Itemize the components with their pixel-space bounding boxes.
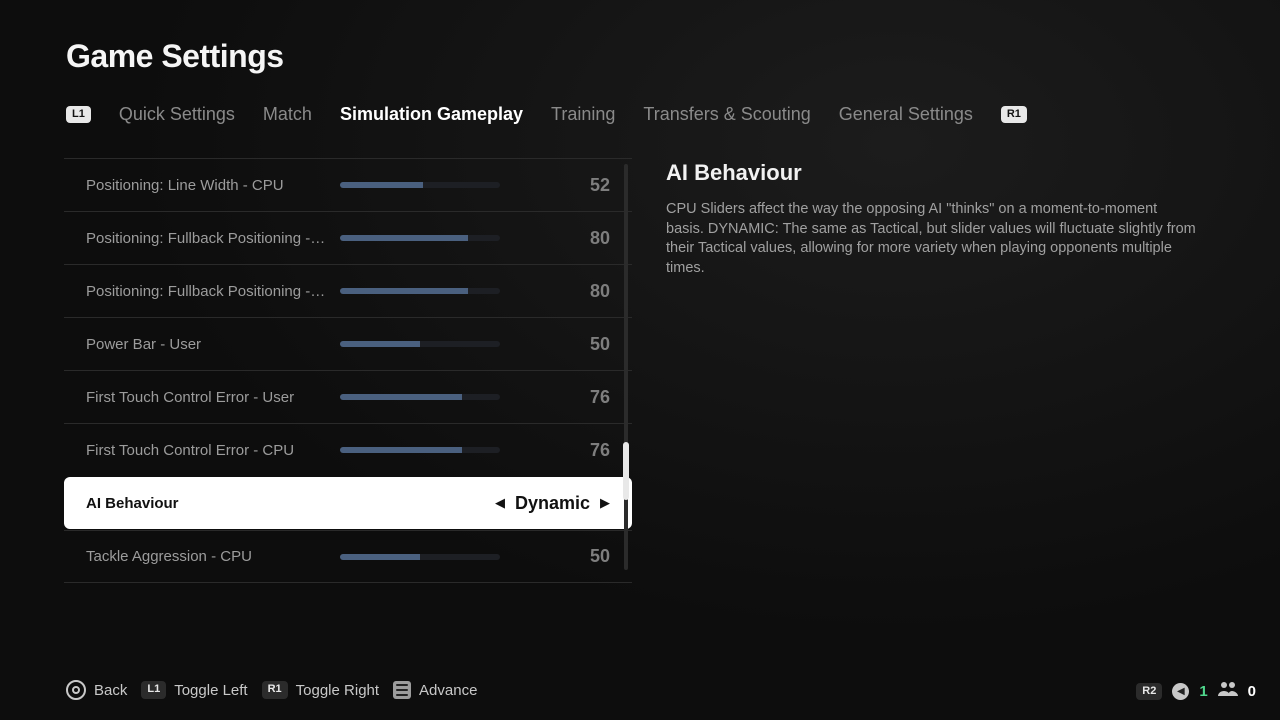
chevron-left-icon[interactable]: ◀ [495, 495, 505, 511]
hint-advance[interactable]: Advance [393, 681, 477, 699]
option-selector[interactable]: ◀ Dynamic ▶ [495, 493, 610, 514]
slider-track[interactable] [340, 341, 500, 347]
setting-value: 80 [514, 228, 610, 249]
setting-value: Dynamic [515, 493, 590, 514]
hint-toggle-right[interactable]: R1 Toggle Right [262, 681, 379, 698]
tab-general-settings[interactable]: General Settings [839, 104, 973, 125]
setting-row[interactable]: Positioning: Fullback Positioning - ... 8… [64, 211, 632, 264]
setting-value: 80 [514, 281, 610, 302]
hint-toggle-right-label: Toggle Right [296, 682, 379, 699]
r2-badge: R2 [1136, 683, 1162, 700]
slider-track[interactable] [340, 394, 500, 400]
setting-row[interactable]: Power Bar - User 50 [64, 317, 632, 370]
setting-label: Positioning: Fullback Positioning - ... [86, 283, 326, 300]
slider-fill [340, 288, 468, 294]
page-title: Game Settings [66, 38, 284, 75]
tab-simulation-gameplay[interactable]: Simulation Gameplay [340, 104, 523, 125]
setting-value: 76 [514, 387, 610, 408]
tab-training[interactable]: Training [551, 104, 615, 125]
slider-track[interactable] [340, 447, 500, 453]
description-title: AI Behaviour [666, 160, 1196, 186]
footer-right: R2 ◀ 1 0 [1136, 681, 1256, 702]
slider-track[interactable] [340, 288, 500, 294]
setting-label: First Touch Control Error - User [86, 389, 326, 406]
setting-row[interactable]: Positioning: Fullback Positioning - ... 8… [64, 264, 632, 317]
slider-fill [340, 394, 462, 400]
hint-back[interactable]: Back [66, 680, 127, 700]
setting-value: 76 [514, 440, 610, 461]
setting-row[interactable]: AI Behaviour ◀ Dynamic ▶ [64, 477, 632, 529]
setting-label: Power Bar - User [86, 336, 326, 353]
setting-label: Positioning: Fullback Positioning - ... [86, 230, 326, 247]
people-icon [1218, 681, 1238, 702]
party-count: 0 [1248, 683, 1256, 700]
menu-icon [393, 681, 411, 699]
setting-value: 52 [514, 175, 610, 196]
setting-row[interactable]: First Touch Control Error - User 76 [64, 370, 632, 423]
setting-row[interactable]: First Touch Control Error - CPU 76 [64, 423, 632, 476]
tab-match[interactable]: Match [263, 104, 312, 125]
tab-quick-settings[interactable]: Quick Settings [119, 104, 235, 125]
chevron-right-icon[interactable]: ▶ [600, 495, 610, 511]
hint-toggle-left[interactable]: L1 Toggle Left [141, 681, 247, 698]
setting-value: 50 [514, 546, 610, 567]
shoulder-left-badge: L1 [66, 106, 91, 123]
description-body: CPU Sliders affect the way the opposing … [666, 200, 1196, 278]
slider-fill [340, 235, 468, 241]
setting-row[interactable]: Tackle Aggression - CPU 50 [64, 530, 632, 583]
slider-track[interactable] [340, 182, 500, 188]
slider-fill [340, 447, 462, 453]
hint-toggle-left-label: Toggle Left [174, 682, 247, 699]
slider-track[interactable] [340, 235, 500, 241]
r1-badge: R1 [262, 681, 288, 698]
settings-list: Positioning: Line Width - CPU52Positioni… [64, 158, 632, 576]
setting-label: Tackle Aggression - CPU [86, 548, 326, 565]
setting-row[interactable]: Positioning: Line Width - CPU 52 [64, 158, 632, 211]
shoulder-right-badge: R1 [1001, 106, 1027, 123]
slider-fill [340, 341, 420, 347]
setting-label: AI Behaviour [86, 495, 326, 512]
tab-transfers-scouting[interactable]: Transfers & Scouting [643, 104, 810, 125]
slider-fill [340, 182, 423, 188]
back-icon [66, 680, 86, 700]
setting-value: 50 [514, 334, 610, 355]
hint-back-label: Back [94, 682, 127, 699]
online-count: 1 [1199, 683, 1207, 700]
scrollbar[interactable] [624, 164, 628, 570]
hint-advance-label: Advance [419, 682, 477, 699]
l1-badge: L1 [141, 681, 166, 698]
setting-label: First Touch Control Error - CPU [86, 442, 326, 459]
volume-icon[interactable]: ◀ [1172, 683, 1189, 700]
slider-track[interactable] [340, 554, 500, 560]
scrollbar-thumb[interactable] [623, 442, 629, 500]
setting-label: Positioning: Line Width - CPU [86, 177, 326, 194]
tab-bar: L1 Quick Settings Match Simulation Gamep… [66, 104, 1027, 125]
description-panel: AI Behaviour CPU Sliders affect the way … [666, 160, 1196, 278]
slider-fill [340, 554, 420, 560]
footer-hints: Back L1 Toggle Left R1 Toggle Right Adva… [66, 680, 477, 700]
